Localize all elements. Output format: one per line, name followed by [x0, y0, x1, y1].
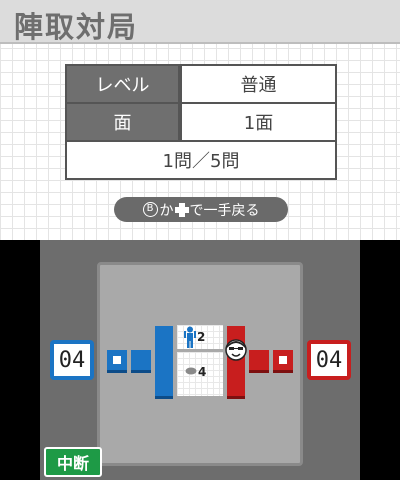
top-lane[interactable]: 2	[177, 325, 223, 349]
stage-label: 面	[67, 104, 180, 140]
undo-hint: B か で一手戻る	[114, 197, 288, 222]
dpad-icon	[174, 202, 189, 217]
title-bar: 陣取対局	[0, 0, 400, 44]
red-score: 04	[307, 340, 351, 380]
top-lane-count: 2	[197, 330, 206, 344]
stage-row: 面 1面	[67, 104, 335, 140]
pause-button[interactable]: 中断	[44, 447, 102, 477]
blue-cell[interactable]	[131, 350, 151, 370]
b-button-icon: B	[142, 202, 158, 217]
blue-score: 04	[50, 340, 94, 380]
level-label: レベル	[67, 66, 180, 102]
bottom-lane-count: 4	[198, 365, 207, 379]
level-value: 普通	[182, 66, 335, 102]
level-row: レベル 普通	[67, 66, 335, 102]
info-table: レベル 普通 面 1面 1問／5問	[65, 64, 337, 180]
red-wall	[227, 326, 245, 396]
stone-icon	[185, 367, 197, 375]
undo-hint-middle: か	[159, 202, 174, 219]
red-cell[interactable]	[249, 350, 269, 370]
top-screen: 陣取対局 レベル 普通 面 1面 1問／5問 B か で一手戻る	[0, 0, 400, 240]
blue-wall	[155, 326, 173, 396]
question-progress: 1問／5問	[67, 142, 335, 178]
bottom-lane[interactable]: 4	[177, 352, 223, 396]
page-title: 陣取対局	[14, 10, 139, 44]
stage-value: 1面	[182, 104, 335, 140]
person-icon	[184, 326, 196, 348]
blue-cell-marked[interactable]	[107, 350, 127, 370]
undo-hint-text: で一手戻る	[189, 202, 260, 219]
player-face-icon	[225, 339, 247, 361]
red-cell-marked[interactable]	[273, 350, 293, 370]
bottom-screen: 04 04 2 4 中断	[40, 240, 360, 480]
